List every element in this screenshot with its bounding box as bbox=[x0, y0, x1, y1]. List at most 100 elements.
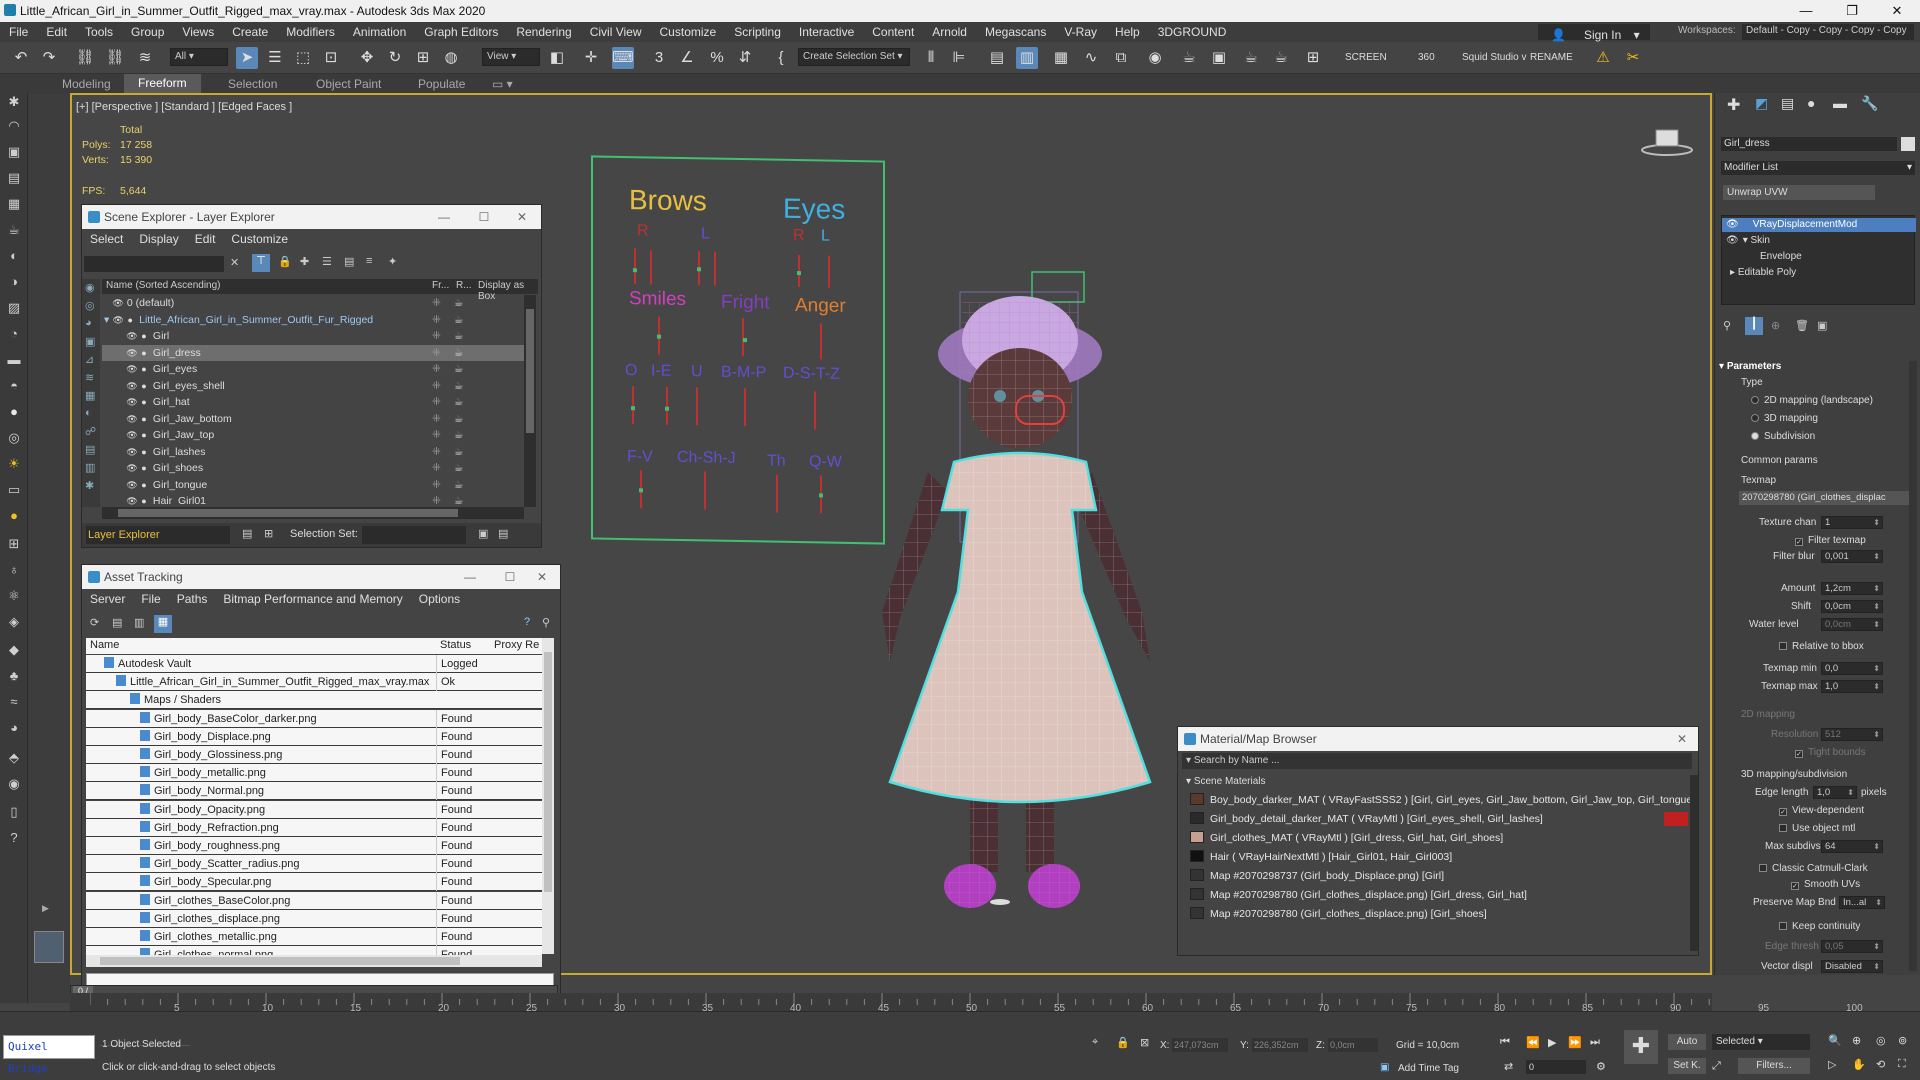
viewport-layout-button[interactable] bbox=[34, 931, 64, 963]
ribbon-options-icon[interactable]: ▭ ▾ bbox=[492, 77, 513, 91]
bone-filter-icon[interactable]: ☍ bbox=[85, 425, 96, 438]
se-row[interactable]: 👁 ● Girl_dress ⁜ ☕ bbox=[102, 344, 524, 361]
layer-tools-icon[interactable]: ▤ bbox=[344, 255, 354, 268]
tool-b-icon[interactable]: ◉ bbox=[5, 775, 23, 793]
help-icon[interactable]: ? bbox=[5, 829, 23, 847]
asset-row[interactable]: Maps / Shaders bbox=[86, 691, 542, 710]
selection-set-dropdown[interactable] bbox=[362, 526, 466, 544]
hook-icon[interactable]: ♁ bbox=[5, 561, 23, 579]
parameters-rollout[interactable]: ▾ Parameters bbox=[1719, 361, 1781, 372]
selection-lock-icon[interactable]: 🔒 bbox=[1116, 1036, 1130, 1049]
filters-button[interactable]: Filters... bbox=[1738, 1058, 1810, 1074]
prev-frame-icon[interactable]: ⏪ bbox=[1526, 1036, 1540, 1049]
blue-sphere-icon[interactable]: ◕ bbox=[5, 719, 23, 737]
at-menu-server[interactable]: Server bbox=[82, 589, 133, 609]
toggle-ribbon-icon[interactable]: ▦ bbox=[1050, 47, 1072, 69]
close-button[interactable]: ✕ bbox=[1664, 727, 1700, 751]
lock-icon[interactable]: 🔒 bbox=[278, 255, 292, 268]
360-button[interactable]: 360 bbox=[1418, 52, 1435, 63]
quixel-bridge-button[interactable]: Quixel Bridge bbox=[3, 1035, 95, 1075]
render-setup-icon[interactable]: ☕ bbox=[1178, 47, 1200, 69]
viewport-label[interactable]: [+] [Perspective ] [Standard ] [Edged Fa… bbox=[76, 101, 292, 113]
group-filter-icon[interactable]: ▦ bbox=[85, 389, 95, 402]
dome-icon[interactable]: ◓ bbox=[5, 377, 23, 395]
visibility-eye-icon[interactable]: 👁 bbox=[126, 493, 138, 505]
radio-3d-mapping[interactable]: 3D mapping bbox=[1751, 413, 1818, 424]
teapot-icon[interactable]: ☕ bbox=[5, 221, 23, 239]
mb-scrollbar[interactable] bbox=[1690, 775, 1698, 951]
material-row[interactable]: Girl_body_detail_darker_MAT ( VRayMtl ) … bbox=[1188, 810, 1694, 828]
material-browser-titlebar[interactable]: Material/Map Browser ✕ bbox=[1178, 727, 1698, 751]
asset-row[interactable]: Girl_clothes_normal.pngFound bbox=[86, 946, 542, 955]
time-tag-icon[interactable]: ▣ bbox=[1380, 1062, 1389, 1073]
material-search-input[interactable]: ▾ Search by Name ... bbox=[1182, 753, 1692, 769]
rect-select-icon[interactable]: ⬚ bbox=[292, 47, 314, 69]
z-coord-field[interactable]: 0,0cm bbox=[1328, 1038, 1378, 1052]
tight-bounds-checkbox[interactable]: ✓ Tight bounds bbox=[1795, 747, 1865, 758]
view-dependent-checkbox[interactable]: ✓ View-dependent bbox=[1779, 805, 1864, 816]
unwrap-uvw-button[interactable]: Unwrap UVW bbox=[1723, 185, 1875, 200]
redo-icon[interactable]: ↷ bbox=[38, 47, 60, 69]
asset-row[interactable]: Girl_body_Scatter_radius.png Found bbox=[86, 855, 542, 874]
fx-icon[interactable]: ⚛ bbox=[5, 587, 23, 605]
render-teapot-icon[interactable]: ☕ bbox=[454, 427, 463, 443]
clear-search-icon[interactable]: ✕ bbox=[230, 256, 239, 269]
filter-icon[interactable]: ⊤ bbox=[252, 254, 270, 272]
visibility-eye-icon[interactable]: 👁 bbox=[126, 345, 138, 361]
light-icon[interactable]: ▣ bbox=[5, 143, 23, 161]
geometry-filter-icon[interactable]: ◉ bbox=[85, 281, 95, 294]
stack-item-vray-displacement[interactable]: 👁 VRayDisplacementMod bbox=[1722, 218, 1916, 232]
viewcube-icon[interactable] bbox=[1640, 126, 1694, 156]
refresh-icon[interactable]: ⟳ bbox=[90, 616, 99, 629]
reference-coord-dropdown[interactable]: View ▾ bbox=[482, 48, 540, 66]
render-active-icon[interactable]: ☕ bbox=[1270, 47, 1292, 69]
modifier-list-dropdown[interactable]: Modifier List ▾ bbox=[1721, 161, 1915, 175]
visibility-eye-icon[interactable]: 👁 bbox=[126, 411, 138, 427]
window-crossing-icon[interactable]: ⊡ bbox=[320, 47, 342, 69]
edge-length-spinner[interactable]: 1,0 bbox=[1813, 786, 1857, 799]
se-row[interactable]: 👁 ● Girl_Jaw_bottom ⁜ ☕ bbox=[102, 411, 524, 427]
particle-icon[interactable]: ◆ bbox=[5, 641, 23, 659]
material-row[interactable]: Map #2070298737 (Girl_body_Displace.png)… bbox=[1188, 867, 1694, 885]
frozen-filter-icon[interactable]: ▥ bbox=[85, 461, 95, 474]
snap-icon[interactable]: 3 bbox=[648, 47, 670, 69]
tab-populate[interactable]: Populate bbox=[418, 77, 465, 91]
zoom-icon[interactable]: 🔍 bbox=[1828, 1034, 1842, 1047]
layer-add-icon[interactable]: ✚ bbox=[300, 255, 309, 268]
tape-icon[interactable]: ◔ bbox=[5, 325, 23, 343]
list-view-icon[interactable]: ▤ bbox=[112, 616, 122, 629]
freeze-icon[interactable]: ⁜ bbox=[432, 328, 441, 344]
col-render[interactable]: R... bbox=[456, 280, 472, 291]
water-level-spinner[interactable]: 0,0cm bbox=[1821, 618, 1883, 631]
camera-icon[interactable]: ▤ bbox=[5, 169, 23, 187]
mirror-icon[interactable]: ⫴ bbox=[920, 47, 942, 69]
expand-arrow-icon[interactable]: ▶ bbox=[42, 903, 49, 914]
configure-sets-icon[interactable]: ▣ bbox=[1817, 319, 1827, 332]
menu-edit[interactable]: Edit bbox=[37, 22, 76, 39]
shape-filter-icon[interactable]: ◎ bbox=[85, 299, 95, 312]
material-row[interactable]: Boy_body_darker_MAT ( VRayFastSSS2 ) [Gi… bbox=[1188, 791, 1694, 809]
tab-object-paint[interactable]: Object Paint bbox=[316, 77, 381, 91]
tab-freeform[interactable]: Freeform bbox=[124, 74, 201, 93]
stack-item-editable-poly[interactable]: ▸ Editable Poly bbox=[1722, 266, 1916, 280]
selection-filter-dropdown[interactable]: All ▾ bbox=[170, 48, 228, 66]
visibility-eye-icon[interactable]: 👁 bbox=[126, 328, 138, 344]
freeze-icon[interactable]: ⁜ bbox=[432, 394, 441, 410]
render-teapot-icon[interactable]: ☕ bbox=[454, 345, 463, 361]
asset-row[interactable]: Girl_body_Normal.png Found bbox=[86, 782, 542, 801]
render-teapot-icon[interactable]: ☕ bbox=[454, 477, 463, 493]
stack-item-envelope[interactable]: Envelope bbox=[1722, 250, 1916, 264]
menu-animation[interactable]: Animation bbox=[344, 22, 415, 39]
freeze-icon[interactable]: ⁜ bbox=[432, 493, 441, 505]
set-key-button[interactable]: Set K. bbox=[1668, 1058, 1706, 1074]
menu-file[interactable]: File bbox=[0, 22, 37, 39]
fur-icon[interactable]: ♣ bbox=[5, 667, 23, 685]
render-teapot-icon[interactable]: ☕ bbox=[454, 328, 463, 344]
material-row[interactable]: Map #2070298780 (Girl_clothes_displace.p… bbox=[1188, 905, 1694, 923]
material-row[interactable]: Girl_clothes_MAT ( VRayMtl ) [Girl_dress… bbox=[1188, 829, 1694, 847]
smooth-uvs-checkbox[interactable]: ✓ Smooth UVs bbox=[1791, 879, 1860, 890]
material-row[interactable]: Hair ( VRayHairNextMtl ) [Hair_Girl01, H… bbox=[1188, 848, 1694, 866]
hierarchy-icon[interactable]: ⊞ bbox=[264, 527, 273, 540]
create-selection-set-dropdown[interactable]: Create Selection Set ▾ bbox=[798, 48, 910, 66]
visibility-eye-icon[interactable]: 👁 bbox=[126, 361, 138, 377]
